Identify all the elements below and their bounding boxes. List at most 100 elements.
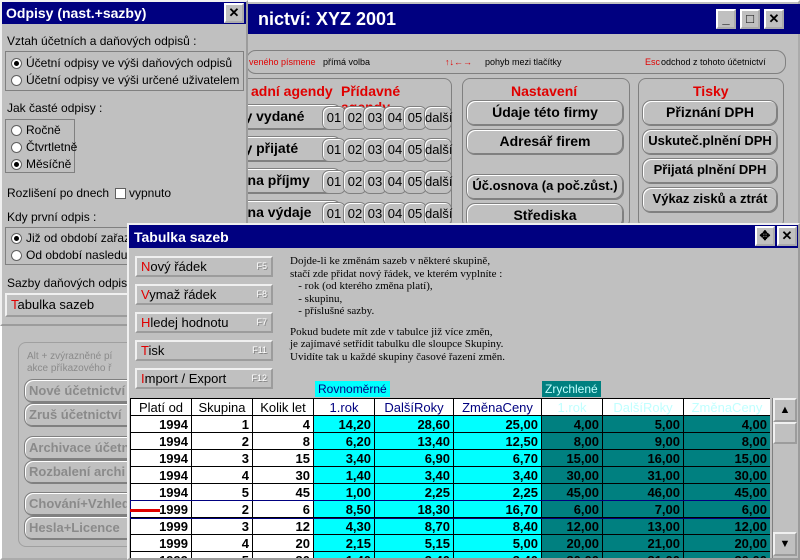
table-cell[interactable]: 16,70: [453, 500, 542, 518]
col-z-zmena-header[interactable]: ZměnaCeny: [683, 398, 770, 416]
table-cell[interactable]: 6,20: [313, 432, 375, 450]
col-skupina-header[interactable]: Skupina: [191, 398, 253, 416]
table-row[interactable]: 1994 5 45 1,00 2,25 2,25 45,00 46,00 45,00: [130, 483, 770, 501]
table-cell[interactable]: 1994: [130, 415, 192, 433]
table-cell[interactable]: 4: [191, 466, 253, 484]
col-r-zmena-header[interactable]: ZměnaCeny: [453, 398, 542, 416]
table-cell[interactable]: 3,40: [374, 466, 454, 484]
minimize-button[interactable]: _: [716, 9, 736, 29]
import-export-button[interactable]: Import / Export F12: [135, 368, 273, 389]
priznani-dph-button[interactable]: Přiznání DPH: [642, 100, 778, 126]
table-cell[interactable]: 5,15: [374, 534, 454, 552]
table-cell[interactable]: 20,00: [541, 534, 603, 552]
table-cell[interactable]: 1999: [130, 517, 192, 535]
col-z-dalsi-header[interactable]: DalšíRoky: [602, 398, 684, 416]
udaje-firmy-button[interactable]: Údaje této firmy: [466, 100, 624, 126]
table-cell[interactable]: 1999: [130, 551, 192, 558]
table-cell[interactable]: 3,40: [313, 449, 375, 467]
mesicne-option[interactable]: Měsíčně: [11, 157, 71, 171]
table-row[interactable]: 1994 2 8 6,20 13,40 12,50 8,00 9,00 8,00: [130, 432, 770, 450]
table-cell[interactable]: 12,00: [541, 517, 603, 535]
table-cell[interactable]: 1,00: [313, 483, 375, 501]
table-cell[interactable]: 30,00: [683, 551, 770, 558]
nove-ucetnictvi-button[interactable]: Nové účetnictví: [24, 379, 144, 403]
table-cell[interactable]: 3,40: [374, 551, 454, 558]
table-cell[interactable]: 13,40: [374, 432, 454, 450]
uc-osnova-button[interactable]: Úč.osnova (a poč.zůst.): [466, 174, 624, 200]
table-cell[interactable]: 3,40: [453, 551, 542, 558]
kdy-option-nasledujici[interactable]: Od období nasledu: [11, 248, 127, 262]
rozbaleni-button[interactable]: Rozbalení archi: [24, 460, 144, 484]
table-cell[interactable]: 8,00: [541, 432, 603, 450]
table-cell[interactable]: 4: [252, 415, 314, 433]
table-cell[interactable]: 3,40: [453, 466, 542, 484]
table-cell[interactable]: 2,25: [374, 483, 454, 501]
table-cell[interactable]: 12: [252, 517, 314, 535]
table-row[interactable]: 19995301,403,403,4030,0031,0030,00: [130, 551, 770, 558]
archivace-button[interactable]: Archivace účetn: [24, 436, 144, 460]
table-cell[interactable]: 5,00: [453, 534, 542, 552]
vertical-scrollbar[interactable]: ▲ ▼: [772, 398, 797, 558]
table-cell[interactable]: 5: [191, 483, 253, 501]
hledej-hodnotu-button[interactable]: Hledej hodnotu F7: [135, 312, 273, 333]
sazby-close-button[interactable]: ✕: [777, 226, 797, 246]
table-row[interactable]: 1994 4 30 1,40 3,40 3,40 30,00 31,00 30,00: [130, 466, 770, 484]
table-cell[interactable]: 1994: [130, 466, 192, 484]
table-cell[interactable]: 1,40: [313, 551, 375, 558]
col-z-1rok-header[interactable]: 1.rok: [541, 398, 603, 416]
maximize-button[interactable]: □: [740, 9, 760, 29]
vymaz-radek-button[interactable]: Vymaž řádek F8: [135, 284, 273, 305]
table-cell[interactable]: 5: [191, 551, 253, 558]
scroll-up-button[interactable]: ▲: [773, 398, 797, 422]
table-cell[interactable]: 18,30: [374, 500, 454, 518]
table-cell[interactable]: 1999: [130, 534, 192, 552]
col-kolik-let-header[interactable]: Kolik let: [252, 398, 314, 416]
table-cell[interactable]: 4,00: [683, 415, 770, 433]
table-cell[interactable]: 1994: [130, 432, 192, 450]
table-cell[interactable]: 30: [252, 551, 314, 558]
table-cell[interactable]: 9,00: [602, 432, 684, 450]
table-cell[interactable]: 1,40: [313, 466, 375, 484]
table-cell[interactable]: 15,00: [541, 449, 603, 467]
table-cell[interactable]: 4,00: [541, 415, 603, 433]
scroll-down-button[interactable]: ▼: [773, 532, 797, 556]
table-cell[interactable]: 20: [252, 534, 314, 552]
vykaz-zisku-button[interactable]: Výkaz zisků a ztrát: [642, 187, 778, 213]
table-cell[interactable]: 8,70: [374, 517, 454, 535]
table-cell[interactable]: 12,50: [453, 432, 542, 450]
table-cell[interactable]: 13,00: [602, 517, 684, 535]
table-cell[interactable]: 6,00: [683, 500, 770, 518]
table-cell[interactable]: 2: [191, 500, 253, 518]
kdy-option-zarazeni[interactable]: Již od období zařaz: [11, 231, 130, 245]
rocne-option[interactable]: Ročně: [11, 123, 61, 137]
num-dalsi[interactable]: další: [424, 106, 452, 130]
table-cell[interactable]: 5,00: [602, 415, 684, 433]
vypnuto-checkbox[interactable]: vypnuto: [112, 186, 171, 200]
table-row[interactable]: 1994 3 15 3,40 6,90 6,70 15,00 16,00 15,00: [130, 449, 770, 467]
table-cell[interactable]: 6,90: [374, 449, 454, 467]
table-cell[interactable]: 7,00: [602, 500, 684, 518]
table-cell[interactable]: 31,00: [602, 551, 684, 558]
chovani-vzhled-button[interactable]: Chování+Vzhled: [24, 492, 144, 516]
table-cell[interactable]: 30,00: [683, 466, 770, 484]
zrus-ucetnictvi-button[interactable]: Zruš účetnictví: [24, 403, 144, 427]
table-row[interactable]: 1994 1 4 14,20 28,60 25,00 4,00 5,00 4,00: [130, 415, 770, 433]
table-cell[interactable]: 8,40: [453, 517, 542, 535]
vztah-option-danovych[interactable]: Účetní odpisy ve výši daňových odpisů: [11, 56, 232, 70]
table-cell[interactable]: 2: [191, 432, 253, 450]
table-cell[interactable]: 31,00: [602, 466, 684, 484]
table-cell[interactable]: 1994: [130, 483, 192, 501]
uskutec-plneni-button[interactable]: Uskuteč.plnění DPH: [642, 129, 778, 155]
adresar-firem-button[interactable]: Adresář firem: [466, 129, 624, 155]
tabulka-sazeb-button[interactable]: Tabulka sazeb: [5, 293, 135, 317]
table-cell[interactable]: 28,60: [374, 415, 454, 433]
table-cell[interactable]: 6: [252, 500, 314, 518]
table-cell[interactable]: 4: [191, 534, 253, 552]
table-cell[interactable]: 15: [252, 449, 314, 467]
table-cell[interactable]: 4,30: [313, 517, 375, 535]
table-cell[interactable]: 30,00: [541, 466, 603, 484]
table-cell[interactable]: 25,00: [453, 415, 542, 433]
close-button[interactable]: ✕: [764, 9, 784, 29]
tisk-button[interactable]: Tisk F11: [135, 340, 273, 361]
vztah-option-uzivatel[interactable]: Účetní odpisy ve výši určené uživatelem: [11, 73, 239, 87]
